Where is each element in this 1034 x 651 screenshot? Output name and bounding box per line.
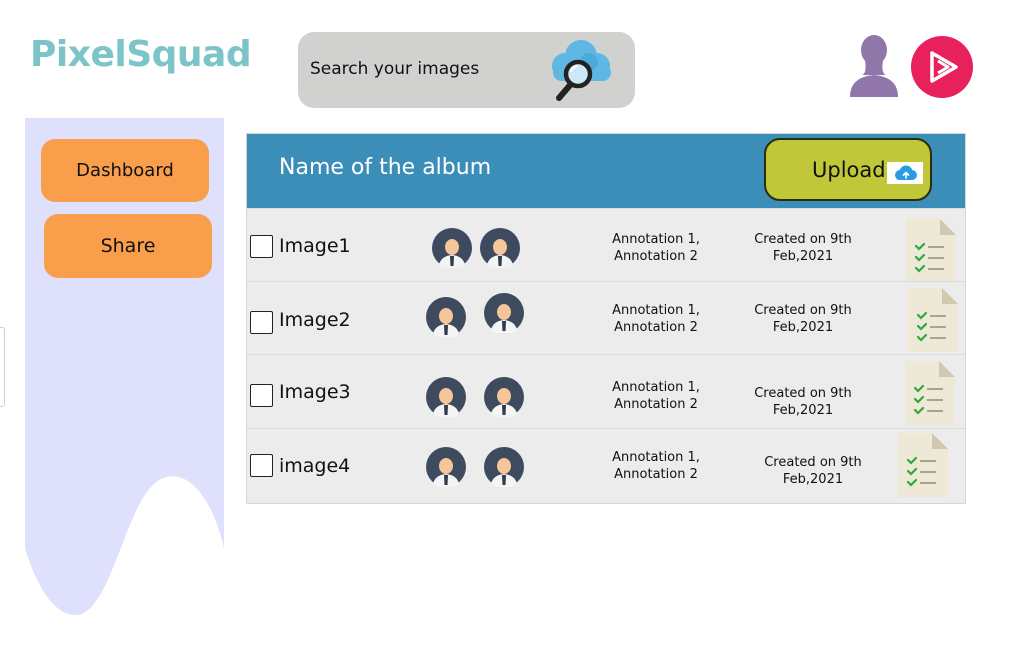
row-checkbox[interactable]	[250, 454, 273, 477]
play-icon[interactable]	[910, 35, 974, 99]
annotations: Annotation 1, Annotation 2	[612, 303, 700, 335]
user-icon[interactable]	[846, 33, 902, 99]
upload-label: Upload	[812, 158, 886, 182]
sidebar: Dashboard Share	[25, 118, 225, 618]
avatar-icon	[426, 297, 466, 337]
sidebar-item-dashboard[interactable]: Dashboard	[41, 139, 209, 202]
search-bar[interactable]	[298, 32, 635, 108]
checklist-doc-icon[interactable]	[906, 219, 956, 283]
table-row[interactable]: Image3 Annotation 1, Annotation 2 Create…	[247, 354, 965, 427]
app-logo: PixelSquad	[30, 34, 252, 75]
created-date: Created on 9th Feb,2021	[764, 455, 862, 487]
row-checkbox[interactable]	[250, 235, 273, 258]
annotations: Annotation 1, Annotation 2	[612, 232, 700, 264]
table-row[interactable]: Image2 Annotation 1, Annotation 2 Create…	[247, 281, 965, 354]
sidebar-item-label: Dashboard	[76, 160, 174, 181]
annotations: Annotation 1, Annotation 2	[612, 450, 700, 482]
table-row[interactable]: Image1 Annotation 1, Annotation 2 Create…	[247, 208, 965, 283]
annotations: Annotation 1, Annotation 2	[612, 380, 700, 412]
created-date: Created on 9th Feb,2021	[754, 386, 852, 418]
avatar-icon	[480, 228, 520, 268]
checklist-doc-icon[interactable]	[908, 288, 958, 352]
sidebar-item-share[interactable]: Share	[44, 214, 212, 278]
album-title: Name of the album	[279, 155, 492, 180]
search-input[interactable]	[310, 59, 530, 79]
image-name: Image2	[279, 309, 351, 331]
avatar-icon	[484, 377, 524, 417]
upload-button[interactable]: Upload	[764, 138, 932, 201]
album-panel: Name of the album Upload Image1 Annotati…	[246, 133, 966, 504]
avatar-icon	[426, 377, 466, 417]
image-name: Image1	[279, 235, 351, 257]
table-row[interactable]: image4 Annotation 1, Annotation 2 Create…	[247, 428, 965, 503]
checklist-doc-icon[interactable]	[898, 433, 948, 497]
image-name: image4	[279, 455, 351, 477]
avatar-icon	[426, 447, 466, 487]
album-header: Name of the album Upload	[247, 134, 965, 208]
created-date: Created on 9th Feb,2021	[754, 232, 852, 264]
avatar-icon	[484, 293, 524, 333]
avatar-icon	[484, 447, 524, 487]
image-name: Image3	[279, 381, 351, 403]
cloud-search-icon[interactable]	[543, 36, 615, 106]
created-date: Created on 9th Feb,2021	[754, 303, 852, 335]
edge-handle	[0, 327, 5, 407]
checklist-doc-icon[interactable]	[905, 361, 955, 425]
row-checkbox[interactable]	[250, 384, 273, 407]
cloud-upload-icon	[887, 162, 923, 184]
sidebar-item-label: Share	[100, 235, 156, 257]
avatar-icon	[432, 228, 472, 268]
row-checkbox[interactable]	[250, 311, 273, 334]
